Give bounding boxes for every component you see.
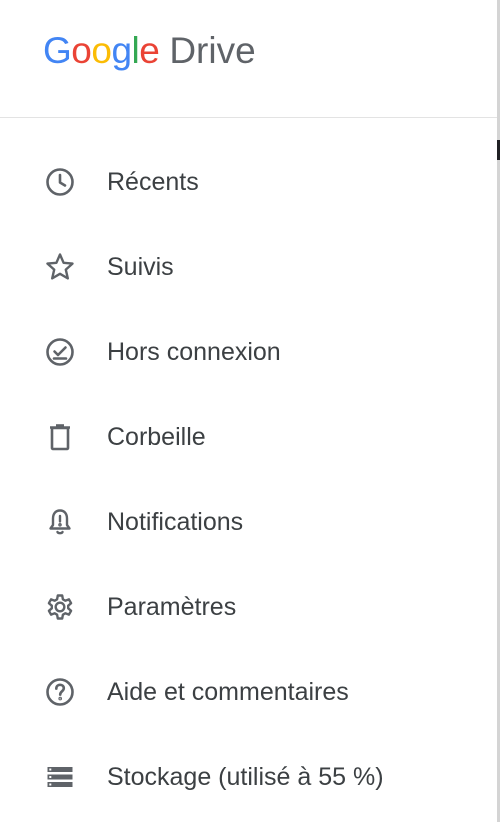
menu-item-aide[interactable]: Aide et commentaires: [0, 650, 497, 735]
drawer-menu: Récents Suivis Hors connexion Corbeille …: [0, 140, 497, 820]
menu-item-hors-connexion[interactable]: Hors connexion: [0, 310, 497, 395]
clock-icon: [44, 166, 76, 198]
menu-item-parametres[interactable]: Paramètres: [0, 565, 497, 650]
menu-item-stockage[interactable]: Stockage (utilisé à 55 %): [0, 735, 497, 820]
menu-item-label: Corbeille: [107, 423, 206, 451]
bell-alert-icon: [44, 506, 76, 538]
menu-item-label: Notifications: [107, 508, 244, 536]
storage-icon: [44, 761, 76, 793]
menu-item-corbeille[interactable]: Corbeille: [0, 395, 497, 480]
menu-item-label: Paramètres: [107, 593, 237, 621]
menu-item-label: Récents: [107, 168, 199, 196]
trash-icon: [44, 421, 76, 453]
star-icon: [44, 251, 76, 283]
menu-item-label: Suivis: [107, 253, 174, 281]
menu-item-label: Stockage (utilisé à 55 %): [107, 763, 384, 791]
navigation-drawer: Google Drive Récents Suivis Hors connexi…: [0, 0, 497, 822]
offline-check-icon: [44, 336, 76, 368]
logo-letter-g: g: [111, 30, 132, 71]
logo-letter-g: G: [43, 30, 72, 71]
logo-letter-e: e: [139, 30, 160, 71]
gear-icon: [44, 591, 76, 623]
product-name: Drive: [169, 30, 256, 71]
menu-item-label: Hors connexion: [107, 338, 281, 366]
menu-item-suivis[interactable]: Suivis: [0, 225, 497, 310]
menu-item-label: Aide et commentaires: [107, 678, 349, 706]
logo-letter-o: o: [91, 30, 112, 71]
google-drive-logo: Google Drive: [43, 28, 256, 74]
drawer-header: Google Drive: [0, 0, 497, 118]
menu-item-recents[interactable]: Récents: [0, 140, 497, 225]
logo-letter-o: o: [71, 30, 92, 71]
menu-item-notifications[interactable]: Notifications: [0, 480, 497, 565]
help-icon: [44, 676, 76, 708]
